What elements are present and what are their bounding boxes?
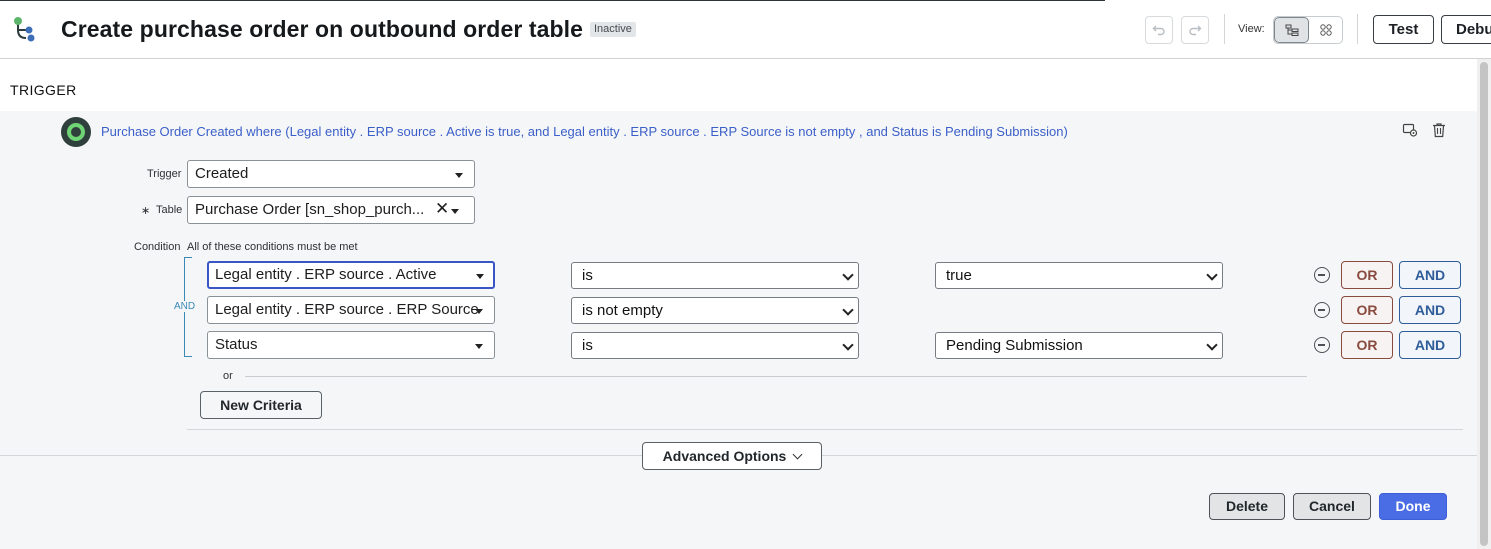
condition-value-select[interactable]: true xyxy=(935,262,1223,289)
and-button[interactable]: AND xyxy=(1399,331,1461,359)
grid-view-icon xyxy=(1319,24,1332,36)
section-title: TRIGGER xyxy=(10,82,77,98)
redo-button[interactable] xyxy=(1181,16,1209,44)
condition-label: Condition xyxy=(134,241,181,253)
condition-operator-value: is xyxy=(582,267,593,284)
condition-operator-select[interactable]: is xyxy=(571,262,859,289)
advanced-options-button[interactable]: Advanced Options xyxy=(642,442,822,470)
trigger-select[interactable]: Created xyxy=(187,160,475,188)
tree-view-icon xyxy=(1285,24,1298,36)
condition-operator-value: is xyxy=(582,337,593,354)
view-toggle[interactable] xyxy=(1273,16,1343,44)
undo-icon xyxy=(1152,25,1165,36)
and-button[interactable]: AND xyxy=(1399,261,1461,289)
or-separator-label: or xyxy=(223,370,233,382)
done-button[interactable]: Done xyxy=(1379,493,1447,520)
condition-operator-value: is not empty xyxy=(582,302,663,319)
and-button[interactable]: AND xyxy=(1399,296,1461,324)
caret-down-icon xyxy=(476,274,484,279)
chevron-down-icon xyxy=(842,339,854,351)
condition-field-select[interactable]: Legal entity . ERP source . ERP Source xyxy=(207,296,495,324)
table-select-value: Purchase Order [sn_shop_purch... xyxy=(195,201,425,218)
delete-button[interactable]: Delete xyxy=(1209,493,1285,520)
cancel-button[interactable]: Cancel xyxy=(1293,493,1371,520)
trigger-status-icon xyxy=(61,117,91,147)
app-header: Create purchase order on outbound order … xyxy=(0,0,1491,59)
copy-trigger-button[interactable] xyxy=(1401,121,1419,139)
required-mark: ∗ xyxy=(141,205,151,217)
delete-trigger-button[interactable] xyxy=(1430,121,1448,139)
condition-value-value: true xyxy=(946,267,972,284)
or-separator-line xyxy=(245,376,1307,377)
caret-down-icon xyxy=(475,309,483,314)
remove-condition-icon[interactable] xyxy=(1314,267,1330,283)
chevron-down-icon xyxy=(792,449,803,460)
remove-condition-icon[interactable] xyxy=(1314,302,1330,318)
trigger-summary[interactable]: Purchase Order Created where (Legal enti… xyxy=(101,124,1068,139)
page-title: Create purchase order on outbound order … xyxy=(61,16,584,42)
new-criteria-button[interactable]: New Criteria xyxy=(200,391,322,419)
condition-field-select[interactable]: Status xyxy=(207,331,495,359)
condition-hint: All of these conditions must be met xyxy=(187,241,358,253)
chevron-down-icon xyxy=(1206,339,1218,351)
header-divider xyxy=(1224,14,1225,44)
table-select[interactable]: Purchase Order [sn_shop_purch... ✕ xyxy=(187,196,475,224)
trigger-field-label: Trigger xyxy=(147,168,182,180)
condition-operator-select[interactable]: is xyxy=(571,332,859,359)
condition-field-value: Status xyxy=(215,336,258,353)
scrollbar-thumb[interactable] xyxy=(1480,62,1488,546)
tree-view-button[interactable] xyxy=(1274,17,1309,43)
or-button[interactable]: OR xyxy=(1341,331,1393,359)
advanced-options-label: Advanced Options xyxy=(662,448,787,464)
test-button[interactable]: Test xyxy=(1373,15,1434,44)
header-divider xyxy=(1357,14,1358,44)
condition-operator-select[interactable]: is not empty xyxy=(571,297,859,324)
trigger-select-value: Created xyxy=(195,165,249,182)
clear-icon[interactable]: ✕ xyxy=(435,197,449,222)
flow-logo-icon xyxy=(14,17,35,42)
and-group-label: AND xyxy=(173,301,197,312)
trash-icon xyxy=(1433,123,1445,138)
remove-condition-icon[interactable] xyxy=(1314,337,1330,353)
caret-down-icon xyxy=(451,209,459,214)
or-button[interactable]: OR xyxy=(1341,296,1393,324)
condition-value-value: Pending Submission xyxy=(946,337,1083,354)
condition-value-select[interactable]: Pending Submission xyxy=(935,332,1223,359)
chevron-down-icon xyxy=(1206,269,1218,281)
table-field-label: Table xyxy=(156,204,183,216)
view-label: View: xyxy=(1238,23,1265,35)
section-divider xyxy=(187,429,1463,430)
condition-field-value: Legal entity . ERP source . Active xyxy=(215,266,437,283)
or-button[interactable]: OR xyxy=(1341,261,1393,289)
chevron-down-icon xyxy=(842,269,854,281)
condition-field-value: Legal entity . ERP source . ERP Source xyxy=(215,301,479,318)
grid-view-button[interactable] xyxy=(1309,17,1342,43)
caret-down-icon xyxy=(475,344,483,349)
debug-button[interactable]: Debu xyxy=(1441,15,1491,44)
caret-down-icon xyxy=(455,173,463,178)
redo-icon xyxy=(1189,25,1202,36)
condition-field-select[interactable]: Legal entity . ERP source . Active xyxy=(207,261,495,289)
undo-button[interactable] xyxy=(1145,16,1173,44)
chevron-down-icon xyxy=(842,304,854,316)
copy-settings-icon xyxy=(1402,123,1418,137)
status-badge: Inactive xyxy=(590,22,636,37)
header-top-border xyxy=(0,0,1105,1)
